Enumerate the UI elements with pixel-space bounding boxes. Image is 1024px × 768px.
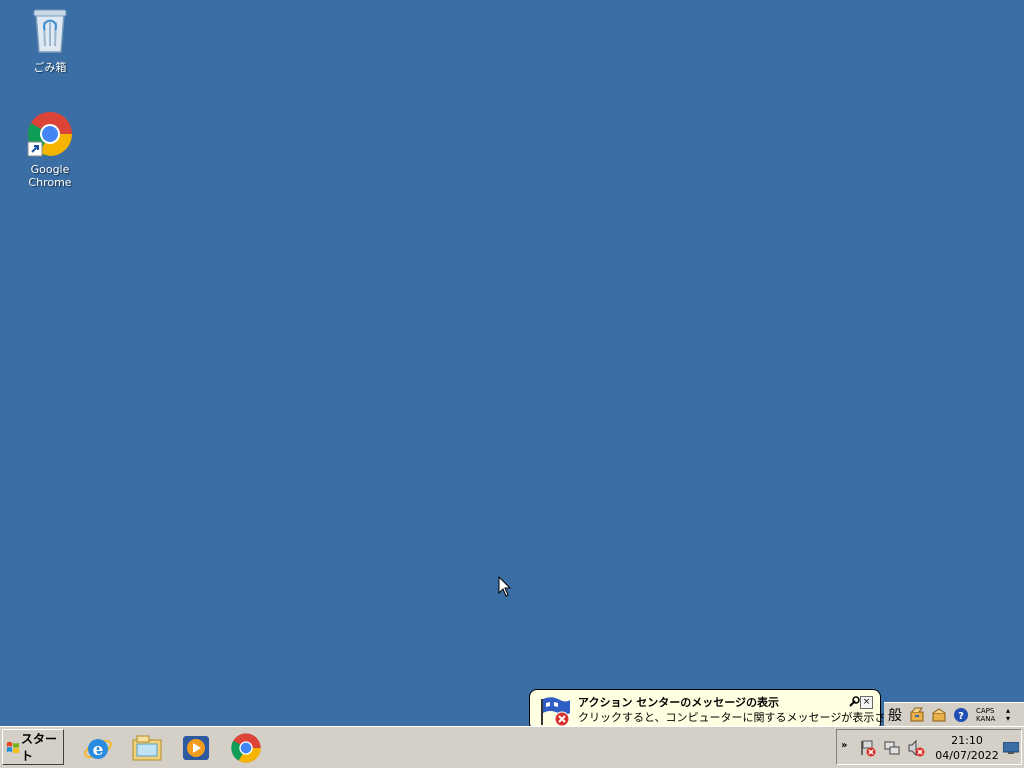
- chrome-icon[interactable]: [230, 732, 262, 764]
- clock-date: 04/07/2022: [935, 749, 999, 762]
- kana-label: KANA: [976, 714, 996, 723]
- windows-flag-icon: [6, 741, 20, 754]
- input-mode-label: 般: [888, 707, 902, 724]
- network-icon[interactable]: [883, 739, 901, 757]
- ime-pad-icon: [910, 707, 924, 721]
- desktop-icon-google-chrome[interactable]: Google Chrome: [8, 110, 92, 189]
- balloon-close-button[interactable]: ×: [860, 696, 873, 709]
- help-button[interactable]: ?: [950, 705, 972, 725]
- windows-media-player-icon[interactable]: [180, 732, 212, 764]
- action-center-icon[interactable]: [859, 739, 877, 757]
- wrench-icon[interactable]: [848, 696, 860, 708]
- internet-explorer-icon[interactable]: e: [82, 732, 114, 764]
- mouse-cursor-icon: [498, 576, 512, 597]
- system-tray: » 21:10 04/07/2022: [836, 729, 1022, 765]
- ime-tools-icon: [932, 707, 946, 721]
- clock[interactable]: 21:10 04/07/2022: [935, 733, 999, 763]
- language-bar-options-arrow[interactable]: ▴ ▾: [1006, 706, 1010, 723]
- action-center-flag-icon: [541, 697, 570, 727]
- help-label: ?: [958, 711, 964, 722]
- recycle-bin-icon: [33, 9, 67, 53]
- clock-time: 21:10: [951, 734, 983, 747]
- show-desktop-icon[interactable]: [1003, 742, 1019, 754]
- svg-text:e: e: [93, 740, 104, 760]
- caps-label: CAPS: [976, 706, 995, 715]
- show-hidden-icons-button[interactable]: »: [841, 740, 847, 751]
- ime-tools-button[interactable]: [928, 705, 950, 725]
- ime-pad-button[interactable]: [906, 705, 928, 725]
- chrome-icon: [27, 112, 72, 157]
- language-bar: 般 ? CAPS KANA ▴ ▾: [884, 702, 1024, 726]
- start-button[interactable]: スタート: [2, 729, 64, 765]
- windows-explorer-icon[interactable]: [131, 732, 163, 764]
- caps-kana-indicator[interactable]: CAPS KANA: [976, 705, 1004, 725]
- taskbar: スタート e » 21:10 04/07/2022: [0, 726, 1024, 768]
- help-icon: ?: [954, 707, 968, 722]
- chrome-label: Google Chrome: [28, 163, 72, 189]
- balloon-message: クリックすると、コンピューターに関するメッセージが表示されます。: [578, 711, 929, 724]
- balloon-title: アクション センターのメッセージの表示: [578, 696, 780, 709]
- volume-muted-icon[interactable]: [907, 739, 925, 757]
- recycle-bin-label: ごみ箱: [33, 61, 67, 74]
- desktop-icon-recycle-bin[interactable]: ごみ箱: [8, 6, 92, 75]
- input-mode-button[interactable]: 般: [884, 705, 906, 725]
- action-center-notification[interactable]: アクション センターのメッセージの表示 クリックすると、コンピューターに関するメ…: [529, 689, 928, 743]
- start-label: スタート: [21, 732, 58, 763]
